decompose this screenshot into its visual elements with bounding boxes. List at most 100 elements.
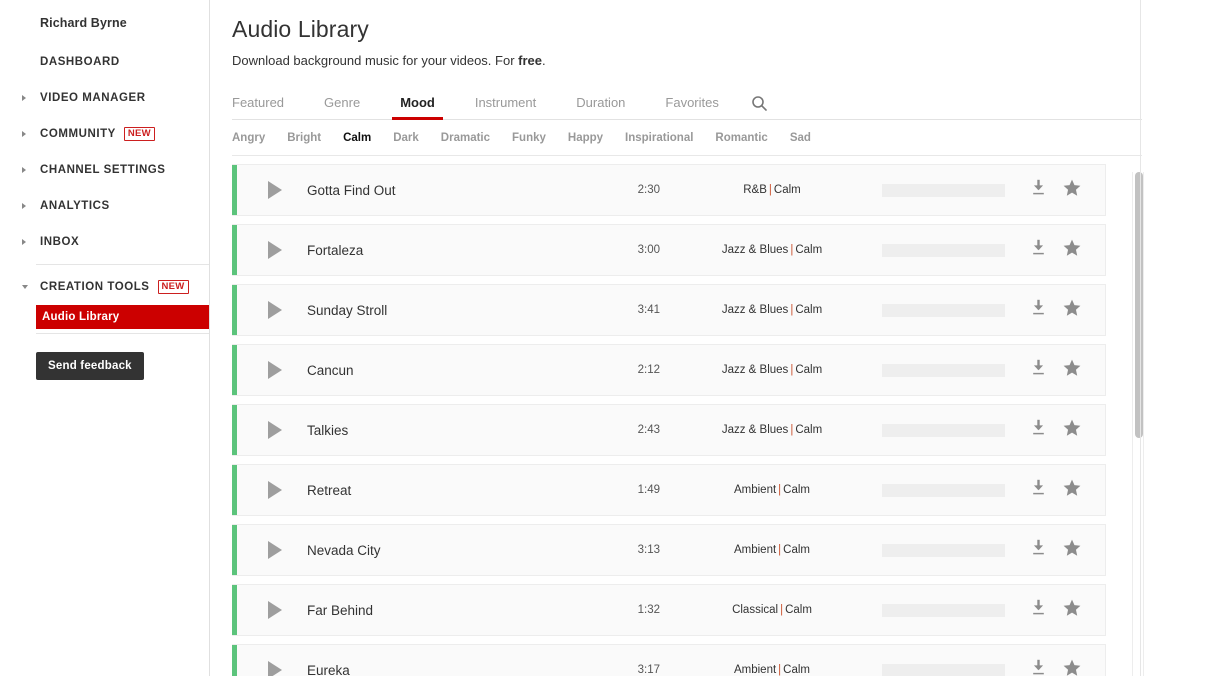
track-actions xyxy=(1029,538,1082,563)
download-icon[interactable] xyxy=(1029,598,1048,622)
download-icon[interactable] xyxy=(1029,358,1048,382)
sidebar-item-dashboard[interactable]: DASHBOARD xyxy=(0,44,209,80)
play-icon[interactable] xyxy=(268,541,282,559)
sidebar-item-audio-library[interactable]: Audio Library xyxy=(36,305,209,329)
play-icon[interactable] xyxy=(268,181,282,199)
track-mood: Calm xyxy=(785,604,812,616)
subtitle-bold: free xyxy=(518,53,542,68)
track-duration: 3:41 xyxy=(637,304,660,316)
track-title[interactable]: Gotta Find Out xyxy=(307,183,602,198)
track-duration: 1:49 xyxy=(637,484,660,496)
tab-featured[interactable]: Featured xyxy=(232,95,284,119)
mood-filter-sad[interactable]: Sad xyxy=(790,132,811,144)
tab-mood[interactable]: Mood xyxy=(392,95,443,120)
track-title[interactable]: Fortaleza xyxy=(307,243,602,258)
download-icon[interactable] xyxy=(1029,418,1048,442)
star-icon[interactable] xyxy=(1062,538,1082,563)
genre-mood-separator: | xyxy=(778,664,782,676)
star-icon[interactable] xyxy=(1062,418,1082,443)
sidebar-item-analytics[interactable]: ANALYTICS xyxy=(0,188,209,224)
play-icon[interactable] xyxy=(268,481,282,499)
track-title[interactable]: Far Behind xyxy=(307,603,602,618)
popularity-bar-track xyxy=(882,183,1005,197)
mood-filter-calm[interactable]: Calm xyxy=(343,132,371,144)
play-icon[interactable] xyxy=(268,601,282,619)
sidebar-item-label: CREATION TOOLS xyxy=(40,281,150,293)
track-row[interactable]: Talkies 2:43 Jazz & Blues | Calm xyxy=(232,404,1106,456)
track-row[interactable]: Sunday Stroll 3:41 Jazz & Blues | Calm xyxy=(232,284,1106,336)
track-title[interactable]: Talkies xyxy=(307,423,602,438)
track-title[interactable]: Sunday Stroll xyxy=(307,303,602,318)
track-genre: Ambient xyxy=(733,664,777,676)
star-icon[interactable] xyxy=(1062,178,1082,203)
track-title[interactable]: Retreat xyxy=(307,483,602,498)
download-icon[interactable] xyxy=(1029,478,1048,502)
track-row[interactable]: Far Behind 1:32 Classical | Calm xyxy=(232,584,1106,636)
play-icon[interactable] xyxy=(268,661,282,676)
mood-filter-bright[interactable]: Bright xyxy=(287,132,321,144)
star-icon[interactable] xyxy=(1062,598,1082,623)
genre-mood-separator: | xyxy=(790,304,794,316)
track-genre-mood: Classical | Calm xyxy=(692,604,852,616)
star-icon[interactable] xyxy=(1062,298,1082,323)
track-title[interactable]: Cancun xyxy=(307,363,602,378)
send-feedback-button[interactable]: Send feedback xyxy=(36,352,144,380)
track-row[interactable]: Gotta Find Out 2:30 R&B | Calm xyxy=(232,164,1106,216)
track-mood: Calm xyxy=(795,244,823,256)
star-icon[interactable] xyxy=(1062,478,1082,503)
tab-duration[interactable]: Duration xyxy=(576,95,625,119)
track-duration: 2:30 xyxy=(637,184,660,196)
mood-filter-dramatic[interactable]: Dramatic xyxy=(441,132,490,144)
download-icon[interactable] xyxy=(1029,178,1048,202)
play-icon[interactable] xyxy=(268,421,282,439)
star-icon[interactable] xyxy=(1062,238,1082,263)
track-row[interactable]: Nevada City 3:13 Ambient | Calm xyxy=(232,524,1106,576)
sidebar-item-channel-settings[interactable]: CHANNEL SETTINGS xyxy=(0,152,209,188)
sidebar-item-inbox[interactable]: INBOX xyxy=(0,224,209,260)
play-icon[interactable] xyxy=(268,301,282,319)
sidebar-item-community[interactable]: COMMUNITY NEW xyxy=(0,116,209,152)
track-row[interactable]: Fortaleza 3:00 Jazz & Blues | Calm xyxy=(232,224,1106,276)
main-inner: Audio Library Download background music … xyxy=(210,0,1144,676)
download-icon[interactable] xyxy=(1029,298,1048,322)
feedback-wrapper: Send feedback xyxy=(0,352,209,380)
tab-favorites[interactable]: Favorites xyxy=(665,95,718,119)
download-icon[interactable] xyxy=(1029,658,1048,676)
track-actions xyxy=(1029,418,1082,443)
search-icon[interactable] xyxy=(751,95,768,119)
tab-instrument[interactable]: Instrument xyxy=(475,95,536,119)
sidebar-item-label: ANALYTICS xyxy=(40,200,110,212)
track-genre: Ambient xyxy=(733,544,777,556)
sidebar-item-video-manager[interactable]: VIDEO MANAGER xyxy=(0,80,209,116)
mood-filter-bar: Angry Bright Calm Dark Dramatic Funky Happy Ins… xyxy=(232,120,1142,156)
download-icon[interactable] xyxy=(1029,538,1048,562)
track-row[interactable]: Cancun 2:12 Jazz & Blues | Calm xyxy=(232,344,1106,396)
sidebar-nav: DASHBOARD VIDEO MANAGER COMMUNITY NEW CHANNE… xyxy=(0,44,209,334)
track-row[interactable]: Eureka 3:17 Ambient | Calm xyxy=(232,644,1106,676)
play-icon[interactable] xyxy=(268,361,282,379)
tab-genre[interactable]: Genre xyxy=(324,95,360,119)
mood-filter-inspirational[interactable]: Inspirational xyxy=(625,132,693,144)
track-list-scrollbar[interactable] xyxy=(1132,172,1144,676)
mood-filter-romantic[interactable]: Romantic xyxy=(715,132,767,144)
track-genre: Jazz & Blues xyxy=(721,364,789,376)
star-icon[interactable] xyxy=(1062,658,1082,676)
track-title[interactable]: Eureka xyxy=(307,663,602,676)
star-icon[interactable] xyxy=(1062,358,1082,383)
track-genre: Jazz & Blues xyxy=(721,424,789,436)
track-row[interactable]: Retreat 1:49 Ambient | Calm xyxy=(232,464,1106,516)
track-actions xyxy=(1029,358,1082,383)
play-icon[interactable] xyxy=(268,241,282,259)
mood-filter-dark[interactable]: Dark xyxy=(393,132,419,144)
sidebar-item-creation-tools[interactable]: CREATION TOOLS NEW xyxy=(0,269,209,305)
track-duration: 2:12 xyxy=(637,364,660,376)
mood-filter-happy[interactable]: Happy xyxy=(568,132,603,144)
chevron-right-icon xyxy=(22,167,26,173)
popularity-bar-track xyxy=(882,603,1005,617)
download-icon[interactable] xyxy=(1029,238,1048,262)
track-title[interactable]: Nevada City xyxy=(307,543,602,558)
scrollbar-thumb[interactable] xyxy=(1135,172,1143,438)
mood-filter-funky[interactable]: Funky xyxy=(512,132,546,144)
mood-filter-angry[interactable]: Angry xyxy=(232,132,265,144)
track-actions xyxy=(1029,598,1082,623)
